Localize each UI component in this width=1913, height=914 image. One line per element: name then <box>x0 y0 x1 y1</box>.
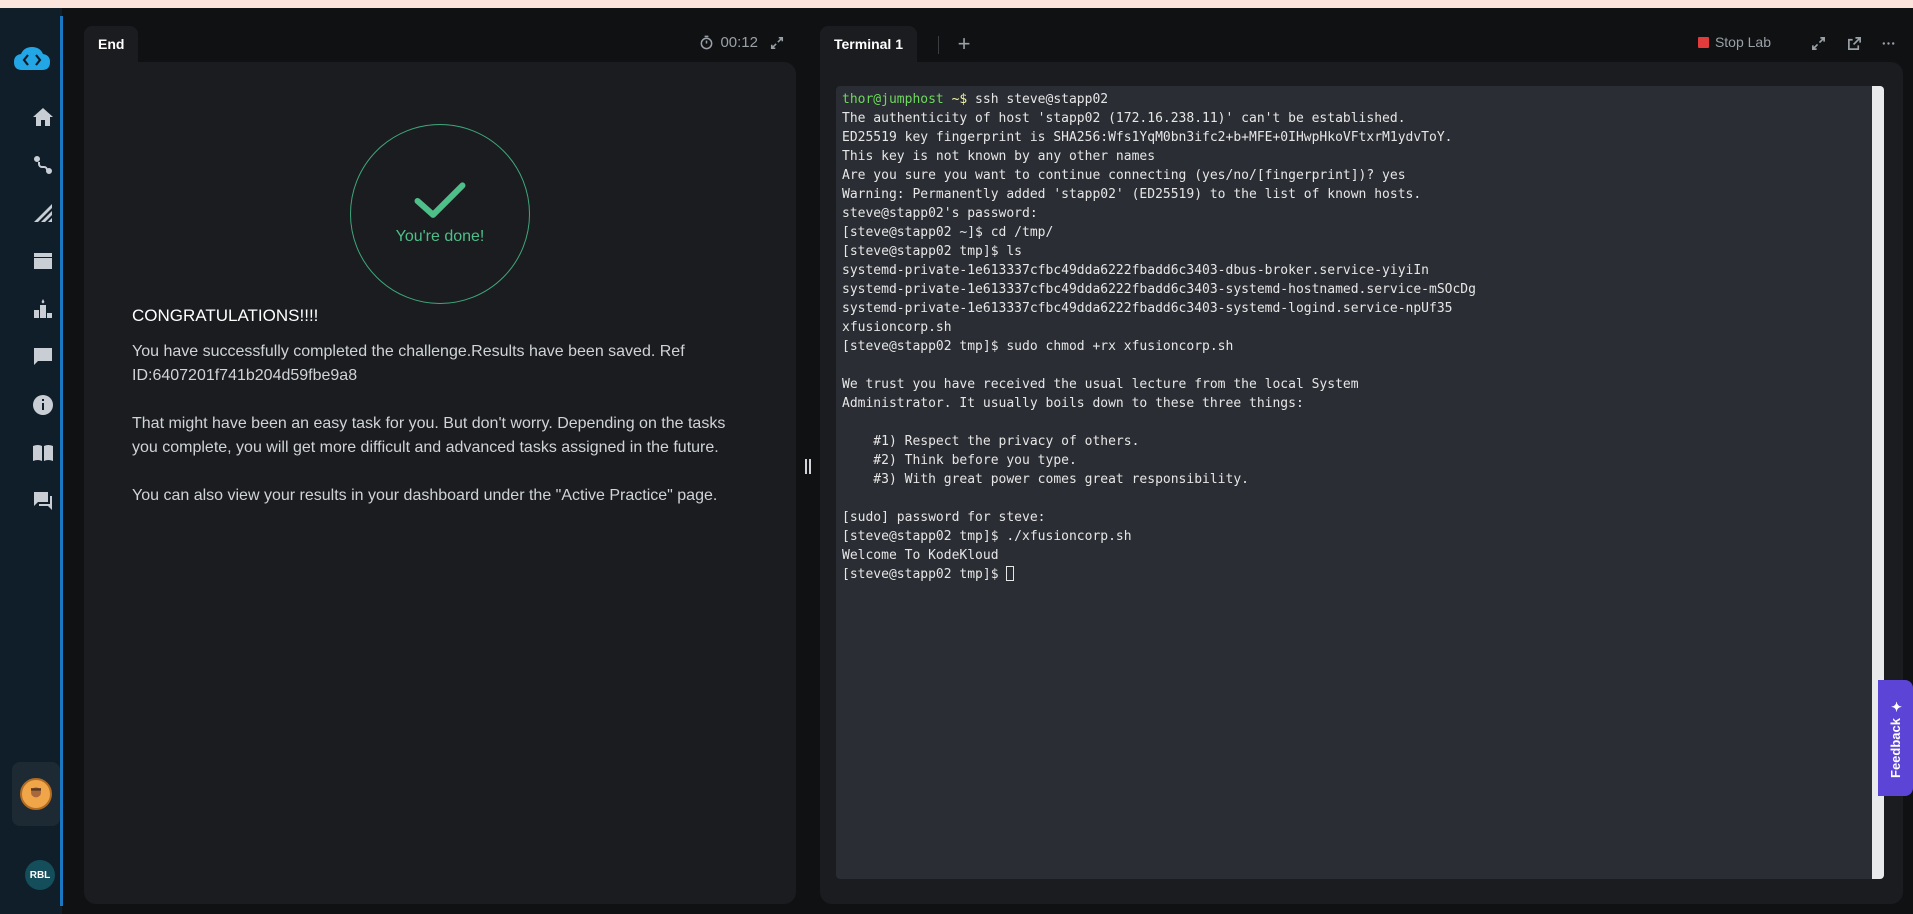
dashboard-paragraph: You can also view your results in your d… <box>132 487 718 504</box>
avatar-container[interactable] <box>12 762 60 826</box>
panel-splitter[interactable] <box>803 456 813 476</box>
tab-end[interactable]: End <box>84 26 139 62</box>
feedback-form-icon[interactable] <box>28 342 58 372</box>
terminal-line: steve@stapp02's password: <box>842 206 1038 221</box>
sparkle-icon: ✦ <box>1888 697 1903 713</box>
tab-terminal-1[interactable]: Terminal 1 <box>820 26 917 62</box>
congrats-heading: CONGRATULATIONS!!!! <box>132 306 319 325</box>
terminal-line: We trust you have received the usual lec… <box>842 377 1359 392</box>
stopwatch-icon <box>701 35 713 50</box>
task-panel: End 00:12 You're done! CONGRATULATIONS!!… <box>84 24 796 904</box>
terminal-output[interactable]: thor@jumphost ~$ ssh steve@stapp02 The a… <box>836 86 1884 879</box>
congrats-content: CONGRATULATIONS!!!! You have successfull… <box>132 304 732 532</box>
terminal-line: xfusioncorp.sh <box>842 320 952 335</box>
climb-icon[interactable] <box>28 198 58 228</box>
terminal-line: This key is not known by any other names <box>842 149 1156 164</box>
info-icon[interactable] <box>28 390 58 420</box>
terminal-line: #1) Respect the privacy of others. <box>842 434 1140 449</box>
feedback-button[interactable]: Feedback ✦ <box>1878 680 1913 796</box>
terminal-line: [steve@stapp02 tmp]$ ls <box>842 244 1023 259</box>
stop-lab-label: Stop Lab <box>1714 34 1771 50</box>
terminal-line: Welcome To KodeKloud <box>842 548 999 563</box>
terminal-line: [steve@stapp02 tmp]$ ./xfusioncorp.sh <box>842 529 1132 544</box>
done-circle: You're done! <box>350 124 530 304</box>
tab-divider <box>938 36 939 54</box>
terminal-line: Administrator. It usually boils down to … <box>842 396 1304 411</box>
feedback-label: Feedback <box>1888 718 1903 779</box>
terminal-cursor <box>1006 566 1015 581</box>
timer: 00:12 <box>699 34 758 51</box>
task-tab-bar: End 00:12 <box>84 24 796 62</box>
chat-icon[interactable] <box>28 486 58 516</box>
terminal-line: The authenticity of host 'stapp02 (172.1… <box>842 111 1406 126</box>
stop-icon <box>1697 36 1709 48</box>
add-tab-button[interactable]: + <box>952 31 976 56</box>
result-paragraph: You have successfully completed the chal… <box>132 343 685 384</box>
top-strip <box>0 0 1913 8</box>
terminal-tab-bar: Terminal 1 + Stop Lab <box>820 24 1903 62</box>
task-panel-body: You're done! CONGRATULATIONS!!!! You hav… <box>84 62 796 904</box>
expand-icon[interactable] <box>768 34 786 52</box>
terminal-line: #2) Think before you type. <box>842 453 1077 468</box>
first-command: ssh steve@stapp02 <box>967 92 1109 107</box>
kodekloud-logo[interactable] <box>12 46 52 72</box>
timer-value: 00:12 <box>720 34 758 51</box>
prompt-path: ~$ <box>943 92 968 107</box>
terminal-line: [steve@stapp02 tmp]$ sudo chmod +rx xfus… <box>842 339 1234 354</box>
book-icon[interactable] <box>28 438 58 468</box>
terminal-line: ED25519 key fingerprint is SHA256:Wfs1Yq… <box>842 130 1453 145</box>
more-options-icon[interactable] <box>1877 32 1899 54</box>
stop-lab-button[interactable]: Stop Lab <box>1697 34 1771 50</box>
checkmark-icon <box>414 182 466 218</box>
sidebar-accent-line <box>60 16 63 906</box>
terminal-line: [steve@stapp02 ~]$ cd /tmp/ <box>842 225 1054 240</box>
terminal-line: systemd-private-1e613337cfbc49dda6222fba… <box>842 282 1476 297</box>
home-icon[interactable] <box>28 102 58 132</box>
user-initials-badge[interactable]: RBL <box>25 860 55 890</box>
terminal-panel-body: thor@jumphost ~$ ssh steve@stapp02 The a… <box>820 62 1903 904</box>
terminal-line: systemd-private-1e613337cfbc49dda6222fba… <box>842 263 1429 278</box>
terminal-line: [sudo] password for steve: <box>842 510 1046 525</box>
terminal-line: Warning: Permanently added 'stapp02' (ED… <box>842 187 1422 202</box>
route-icon[interactable] <box>28 150 58 180</box>
expand-icon[interactable] <box>1807 32 1829 54</box>
leaderboard-icon[interactable] <box>28 294 58 324</box>
prompt-user: thor@jumphost <box>842 92 944 107</box>
done-label: You're done! <box>395 228 485 245</box>
terminal-lines: The authenticity of host 'stapp02 (172.1… <box>842 109 1878 565</box>
terminal-line: Are you sure you want to continue connec… <box>842 168 1406 183</box>
avatar[interactable] <box>20 778 52 810</box>
info-paragraph: That might have been an easy task for yo… <box>132 415 726 456</box>
last-prompt: [steve@stapp02 tmp]$ <box>842 567 1007 582</box>
clapperboard-icon[interactable] <box>28 246 58 276</box>
terminal-line: #3) With great power comes great respons… <box>842 472 1249 487</box>
terminal-line: systemd-private-1e613337cfbc49dda6222fba… <box>842 301 1453 316</box>
terminal-panel: Terminal 1 + Stop Lab thor@jumphost ~$ s… <box>820 24 1903 904</box>
sidebar: RBL <box>0 8 62 914</box>
external-link-icon[interactable] <box>1843 32 1865 54</box>
